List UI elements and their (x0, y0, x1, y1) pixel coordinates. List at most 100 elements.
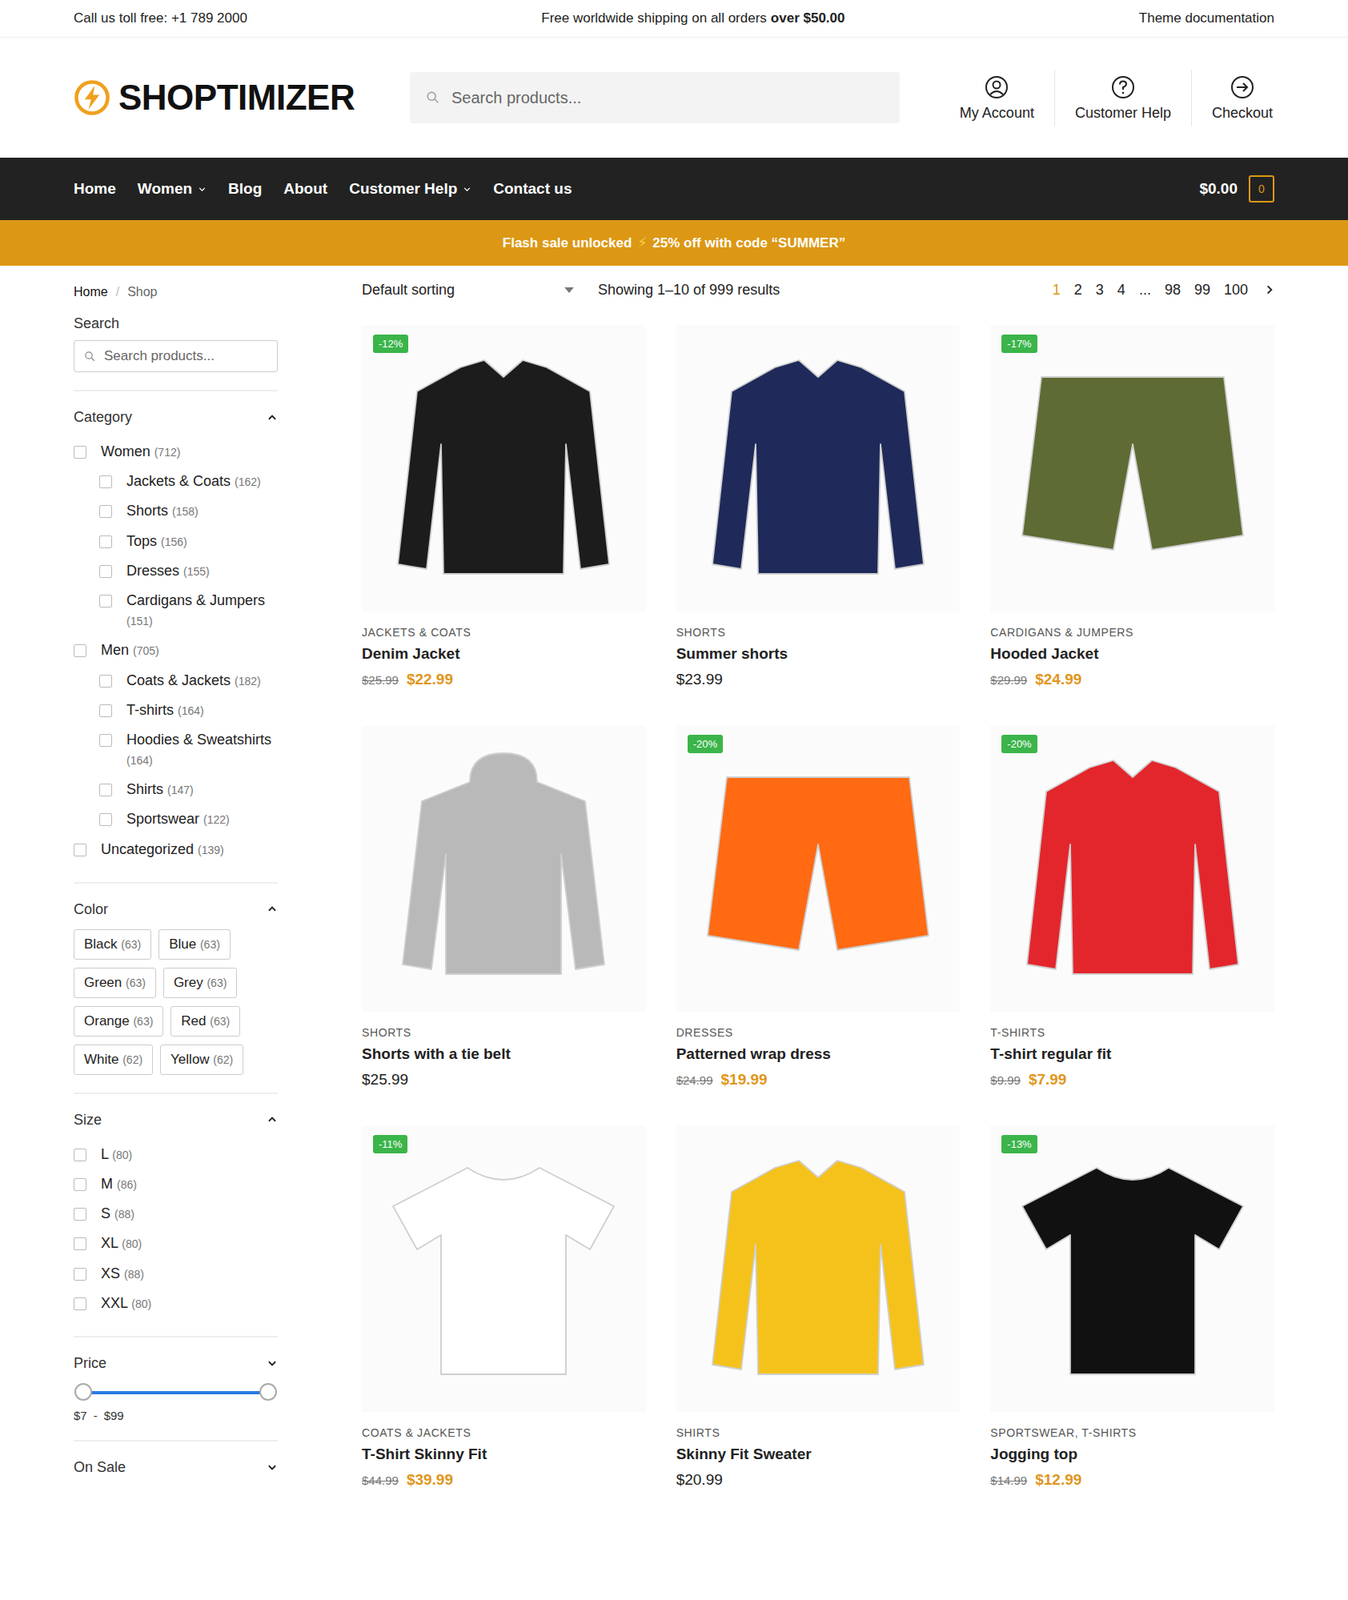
color-filter[interactable]: Orange (63) (73, 1006, 164, 1037)
checkbox[interactable] (73, 1237, 87, 1251)
product-image[interactable]: -20% (990, 725, 1275, 1012)
sort-select[interactable]: Default sorting (361, 281, 574, 299)
checkbox[interactable] (99, 475, 113, 489)
color-filter[interactable]: Green (63) (73, 967, 157, 999)
checkbox[interactable] (99, 535, 113, 549)
price-slider[interactable] (83, 1383, 269, 1403)
checkbox[interactable] (99, 704, 113, 718)
subcategory-item[interactable]: T-shirts (164) (73, 695, 278, 726)
color-filter[interactable]: Red (63) (170, 1006, 241, 1037)
product-name[interactable]: T-Shirt Skinny Fit (361, 1445, 646, 1464)
size-toggle[interactable]: Size (73, 1111, 278, 1129)
color-filter[interactable]: White (62) (73, 1044, 153, 1076)
size-item[interactable]: L (80) (73, 1139, 278, 1170)
sidebar-search[interactable]: Search products... (73, 340, 278, 373)
subcategory-item[interactable]: Jackets & Coats (162) (73, 466, 278, 497)
price-toggle[interactable]: Price (73, 1355, 278, 1373)
nav-item[interactable]: Women (137, 180, 207, 198)
checkbox[interactable] (73, 843, 87, 857)
subcategory-item[interactable]: Tops (156) (73, 526, 278, 557)
next-arrow-icon[interactable] (1264, 284, 1275, 296)
product-card[interactable]: SHIRTSSkinny Fit Sweater$20.99 (676, 1125, 961, 1489)
nav-item[interactable]: Home (73, 180, 117, 198)
product-category[interactable]: SHORTS (676, 625, 961, 639)
breadcrumb-item[interactable]: Home (73, 284, 109, 300)
checkbox[interactable] (99, 594, 113, 608)
product-card[interactable]: SHORTSShorts with a tie belt$25.99 (361, 725, 646, 1089)
product-image[interactable]: -12% (361, 324, 646, 612)
checkbox[interactable] (73, 1267, 87, 1281)
nav-item[interactable]: Blog (228, 180, 262, 198)
subcategory-item[interactable]: Shirts (147) (73, 774, 278, 805)
category-item[interactable]: Men (705) (73, 635, 278, 666)
category-toggle[interactable]: Category (73, 409, 278, 426)
checkbox[interactable] (73, 1297, 87, 1311)
product-image[interactable] (361, 725, 646, 1012)
checkbox[interactable] (99, 783, 113, 797)
product-name[interactable]: Patterned wrap dress (676, 1045, 961, 1064)
color-filter[interactable]: Yellow (62) (160, 1044, 244, 1076)
size-item[interactable]: XL (80) (73, 1228, 278, 1259)
checkbox[interactable] (99, 565, 113, 578)
subcategory-item[interactable]: Cardigans & Jumpers (151) (73, 585, 278, 636)
page-link[interactable]: 2 (1074, 281, 1083, 299)
checkbox[interactable] (73, 1207, 87, 1221)
checkbox[interactable] (99, 505, 113, 518)
product-image[interactable]: -11% (361, 1125, 646, 1413)
product-image[interactable] (676, 324, 961, 612)
page-link[interactable]: 98 (1164, 281, 1181, 299)
checkbox[interactable] (99, 813, 113, 827)
nav-item[interactable]: Customer Help (349, 180, 472, 198)
color-filter[interactable]: Black (63) (73, 929, 152, 960)
nav-item[interactable]: Contact us (493, 180, 572, 198)
subcategory-item[interactable]: Hoodies & Sweatshirts (164) (73, 725, 278, 775)
header-action[interactable]: My Account (939, 69, 1055, 127)
category-item[interactable]: Uncategorized (139) (73, 834, 278, 865)
product-card[interactable]: -13%SPORTSWEAR, T-SHIRTSJogging top$14.9… (990, 1125, 1275, 1489)
size-item[interactable]: S (88) (73, 1199, 278, 1229)
color-filter[interactable]: Blue (63) (158, 929, 231, 960)
product-name[interactable]: Shorts with a tie belt (361, 1045, 646, 1064)
slider-handle[interactable] (74, 1383, 93, 1401)
checkbox[interactable] (99, 734, 113, 747)
checkbox[interactable] (73, 1148, 87, 1162)
product-image[interactable] (676, 1125, 961, 1413)
slider-handle[interactable] (259, 1383, 277, 1401)
cart[interactable]: $0.000 (1199, 175, 1275, 203)
page-link[interactable]: 1 (1052, 281, 1061, 299)
checkbox[interactable] (73, 1178, 87, 1192)
subcategory-item[interactable]: Shorts (158) (73, 496, 278, 526)
product-category[interactable]: SHORTS (361, 1026, 646, 1040)
docs-link[interactable]: Theme documentation (1139, 10, 1275, 27)
product-card[interactable]: SHORTSSummer shorts$23.99 (676, 324, 961, 689)
checkbox[interactable] (99, 674, 113, 688)
product-card[interactable]: -20%T-SHIRTST-shirt regular fit$9.99$7.9… (990, 725, 1275, 1089)
product-name[interactable]: Skinny Fit Sweater (676, 1445, 961, 1464)
product-category[interactable]: SHIRTS (676, 1426, 961, 1440)
checkbox[interactable] (73, 445, 87, 459)
page-link[interactable]: 3 (1095, 281, 1104, 299)
product-category[interactable]: JACKETS & COATS (361, 625, 646, 639)
size-item[interactable]: M (86) (73, 1169, 278, 1200)
color-toggle[interactable]: Color (73, 901, 278, 919)
header-search[interactable]: Search products... (409, 72, 900, 124)
product-image[interactable]: -13% (990, 1125, 1275, 1413)
header-action[interactable]: Checkout (1191, 69, 1275, 127)
size-item[interactable]: XXL (80) (73, 1288, 278, 1319)
product-name[interactable]: Denim Jacket (361, 645, 646, 663)
product-card[interactable]: -17%CARDIGANS & JUMPERSHooded Jacket$29.… (990, 324, 1275, 689)
nav-item[interactable]: About (283, 180, 328, 198)
category-item[interactable]: Women (712) (73, 437, 278, 467)
product-name[interactable]: Summer shorts (676, 645, 961, 663)
header-action[interactable]: Customer Help (1054, 69, 1192, 127)
page-link[interactable]: ... (1139, 281, 1152, 299)
subcategory-item[interactable]: Coats & Jackets (182) (73, 665, 278, 696)
product-category[interactable]: T-SHIRTS (990, 1026, 1275, 1040)
product-card[interactable]: -20%DRESSESPatterned wrap dress$24.99$19… (676, 725, 961, 1089)
logo[interactable]: SHOPTIMIZER (73, 77, 410, 118)
product-name[interactable]: Hooded Jacket (990, 645, 1275, 663)
subcategory-item[interactable]: Dresses (155) (73, 556, 278, 586)
product-category[interactable]: COATS & JACKETS (361, 1426, 646, 1440)
product-card[interactable]: -11%COATS & JACKETST-Shirt Skinny Fit$44… (361, 1125, 646, 1489)
product-name[interactable]: Jogging top (990, 1445, 1275, 1464)
